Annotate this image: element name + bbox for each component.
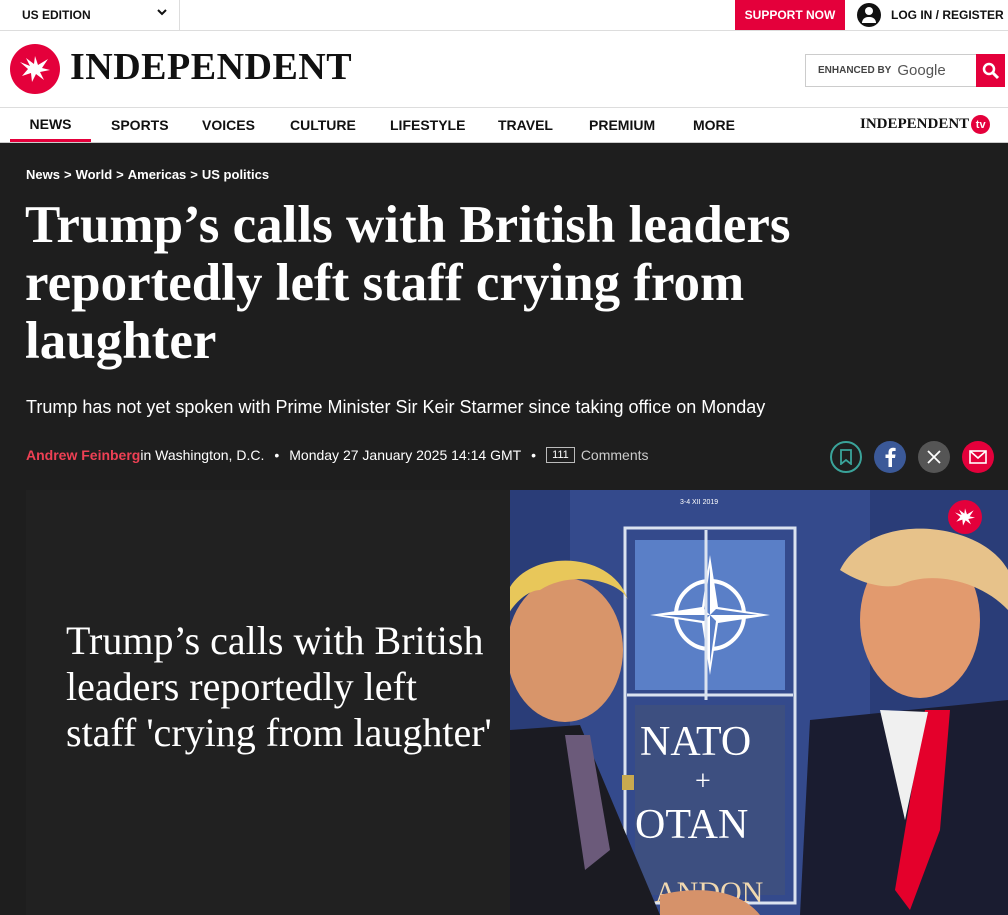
svg-text:3-4 XII 2019: 3-4 XII 2019	[680, 499, 718, 506]
email-share-button[interactable]	[962, 441, 994, 473]
bookmark-button[interactable]	[830, 441, 862, 473]
edition-label: US EDITION	[22, 8, 91, 22]
breadcrumb-us-politics[interactable]: US politics	[202, 167, 269, 182]
independent-tv-link[interactable]: INDEPENDENT tv	[860, 115, 991, 134]
login-register-link[interactable]: LOG IN / REGISTER	[857, 0, 1004, 30]
bookmark-icon	[840, 449, 852, 465]
x-share-button[interactable]	[918, 441, 950, 473]
hero-photo-illustration: 3-4 XII 2019 NATO + OTAN ANDON	[510, 490, 1008, 915]
masthead: INDEPENDENT ENHANCED BY Google	[0, 31, 1008, 107]
byline-separator: •	[274, 447, 280, 463]
x-icon	[927, 450, 941, 464]
chevron-down-icon	[157, 7, 167, 20]
nav-item-culture[interactable]: CULTURE	[290, 108, 356, 142]
independent-tv-text: INDEPENDENT	[860, 116, 970, 132]
support-now-button[interactable]: SUPPORT NOW	[735, 0, 845, 30]
tv-badge: tv	[971, 115, 991, 134]
article-byline: Andrew Feinberg in Washington, D.C. • Mo…	[26, 447, 649, 463]
breadcrumb-separator: >	[190, 167, 198, 182]
edition-selector[interactable]: US EDITION	[0, 0, 180, 30]
login-label: LOG IN / REGISTER	[891, 8, 1004, 22]
nav-item-premium[interactable]: PREMIUM	[589, 108, 655, 142]
video-title-overlay: Trump’s calls with British leaders repor…	[66, 618, 492, 755]
nav-item-news[interactable]: NEWS	[10, 108, 91, 142]
hero-photo: 3-4 XII 2019 NATO + OTAN ANDON	[510, 490, 1008, 915]
nav-item-sports[interactable]: SPORTS	[111, 108, 169, 142]
nav-item-more[interactable]: MORE	[693, 108, 735, 142]
user-icon	[857, 3, 881, 27]
eagle-logo-badge-icon	[948, 500, 982, 534]
breadcrumb-separator: >	[63, 167, 72, 182]
author-location: in Washington, D.C.	[140, 447, 265, 463]
main-navigation: NEWS SPORTS VOICES CULTURE LIFESTYLE TRA…	[0, 107, 1008, 143]
search-icon	[982, 62, 999, 79]
breadcrumb-americas[interactable]: Americas	[128, 167, 187, 182]
search-enhanced-label: ENHANCED BY	[818, 65, 892, 76]
email-icon	[969, 450, 987, 464]
search-button[interactable]	[976, 54, 1005, 87]
byline-separator: •	[531, 447, 537, 463]
svg-text:OTAN: OTAN	[635, 802, 748, 848]
site-logo-text[interactable]: INDEPENDENT	[70, 45, 352, 89]
eagle-logo-icon[interactable]	[10, 44, 60, 94]
search-brand-label: Google	[897, 62, 946, 79]
facebook-icon	[885, 447, 896, 467]
comments-link[interactable]: Comments	[581, 447, 649, 463]
breadcrumb-world[interactable]: World	[76, 167, 113, 182]
nav-item-lifestyle[interactable]: LIFESTYLE	[390, 108, 465, 142]
article-headline: Trump’s calls with British leaders repor…	[25, 196, 791, 370]
article-standfirst: Trump has not yet spoken with Prime Mini…	[26, 397, 766, 417]
breadcrumb: News > World > Americas > US politics	[26, 167, 269, 182]
nav-item-travel[interactable]: TRAVEL	[498, 108, 553, 142]
comment-count-badge[interactable]: 111	[546, 447, 575, 463]
svg-text:NATO: NATO	[640, 719, 751, 765]
top-utility-bar: US EDITION SUPPORT NOW LOG IN / REGISTER	[0, 0, 1008, 31]
breadcrumb-separator: >	[116, 167, 124, 182]
search-box[interactable]: ENHANCED BY Google	[805, 54, 1005, 87]
nav-item-voices[interactable]: VOICES	[202, 108, 255, 142]
svg-text:+: +	[695, 766, 711, 797]
breadcrumb-news[interactable]: News	[26, 167, 60, 182]
author-link[interactable]: Andrew Feinberg	[26, 447, 140, 463]
facebook-share-button[interactable]	[874, 441, 906, 473]
publish-date: Monday 27 January 2025 14:14 GMT	[289, 447, 522, 463]
